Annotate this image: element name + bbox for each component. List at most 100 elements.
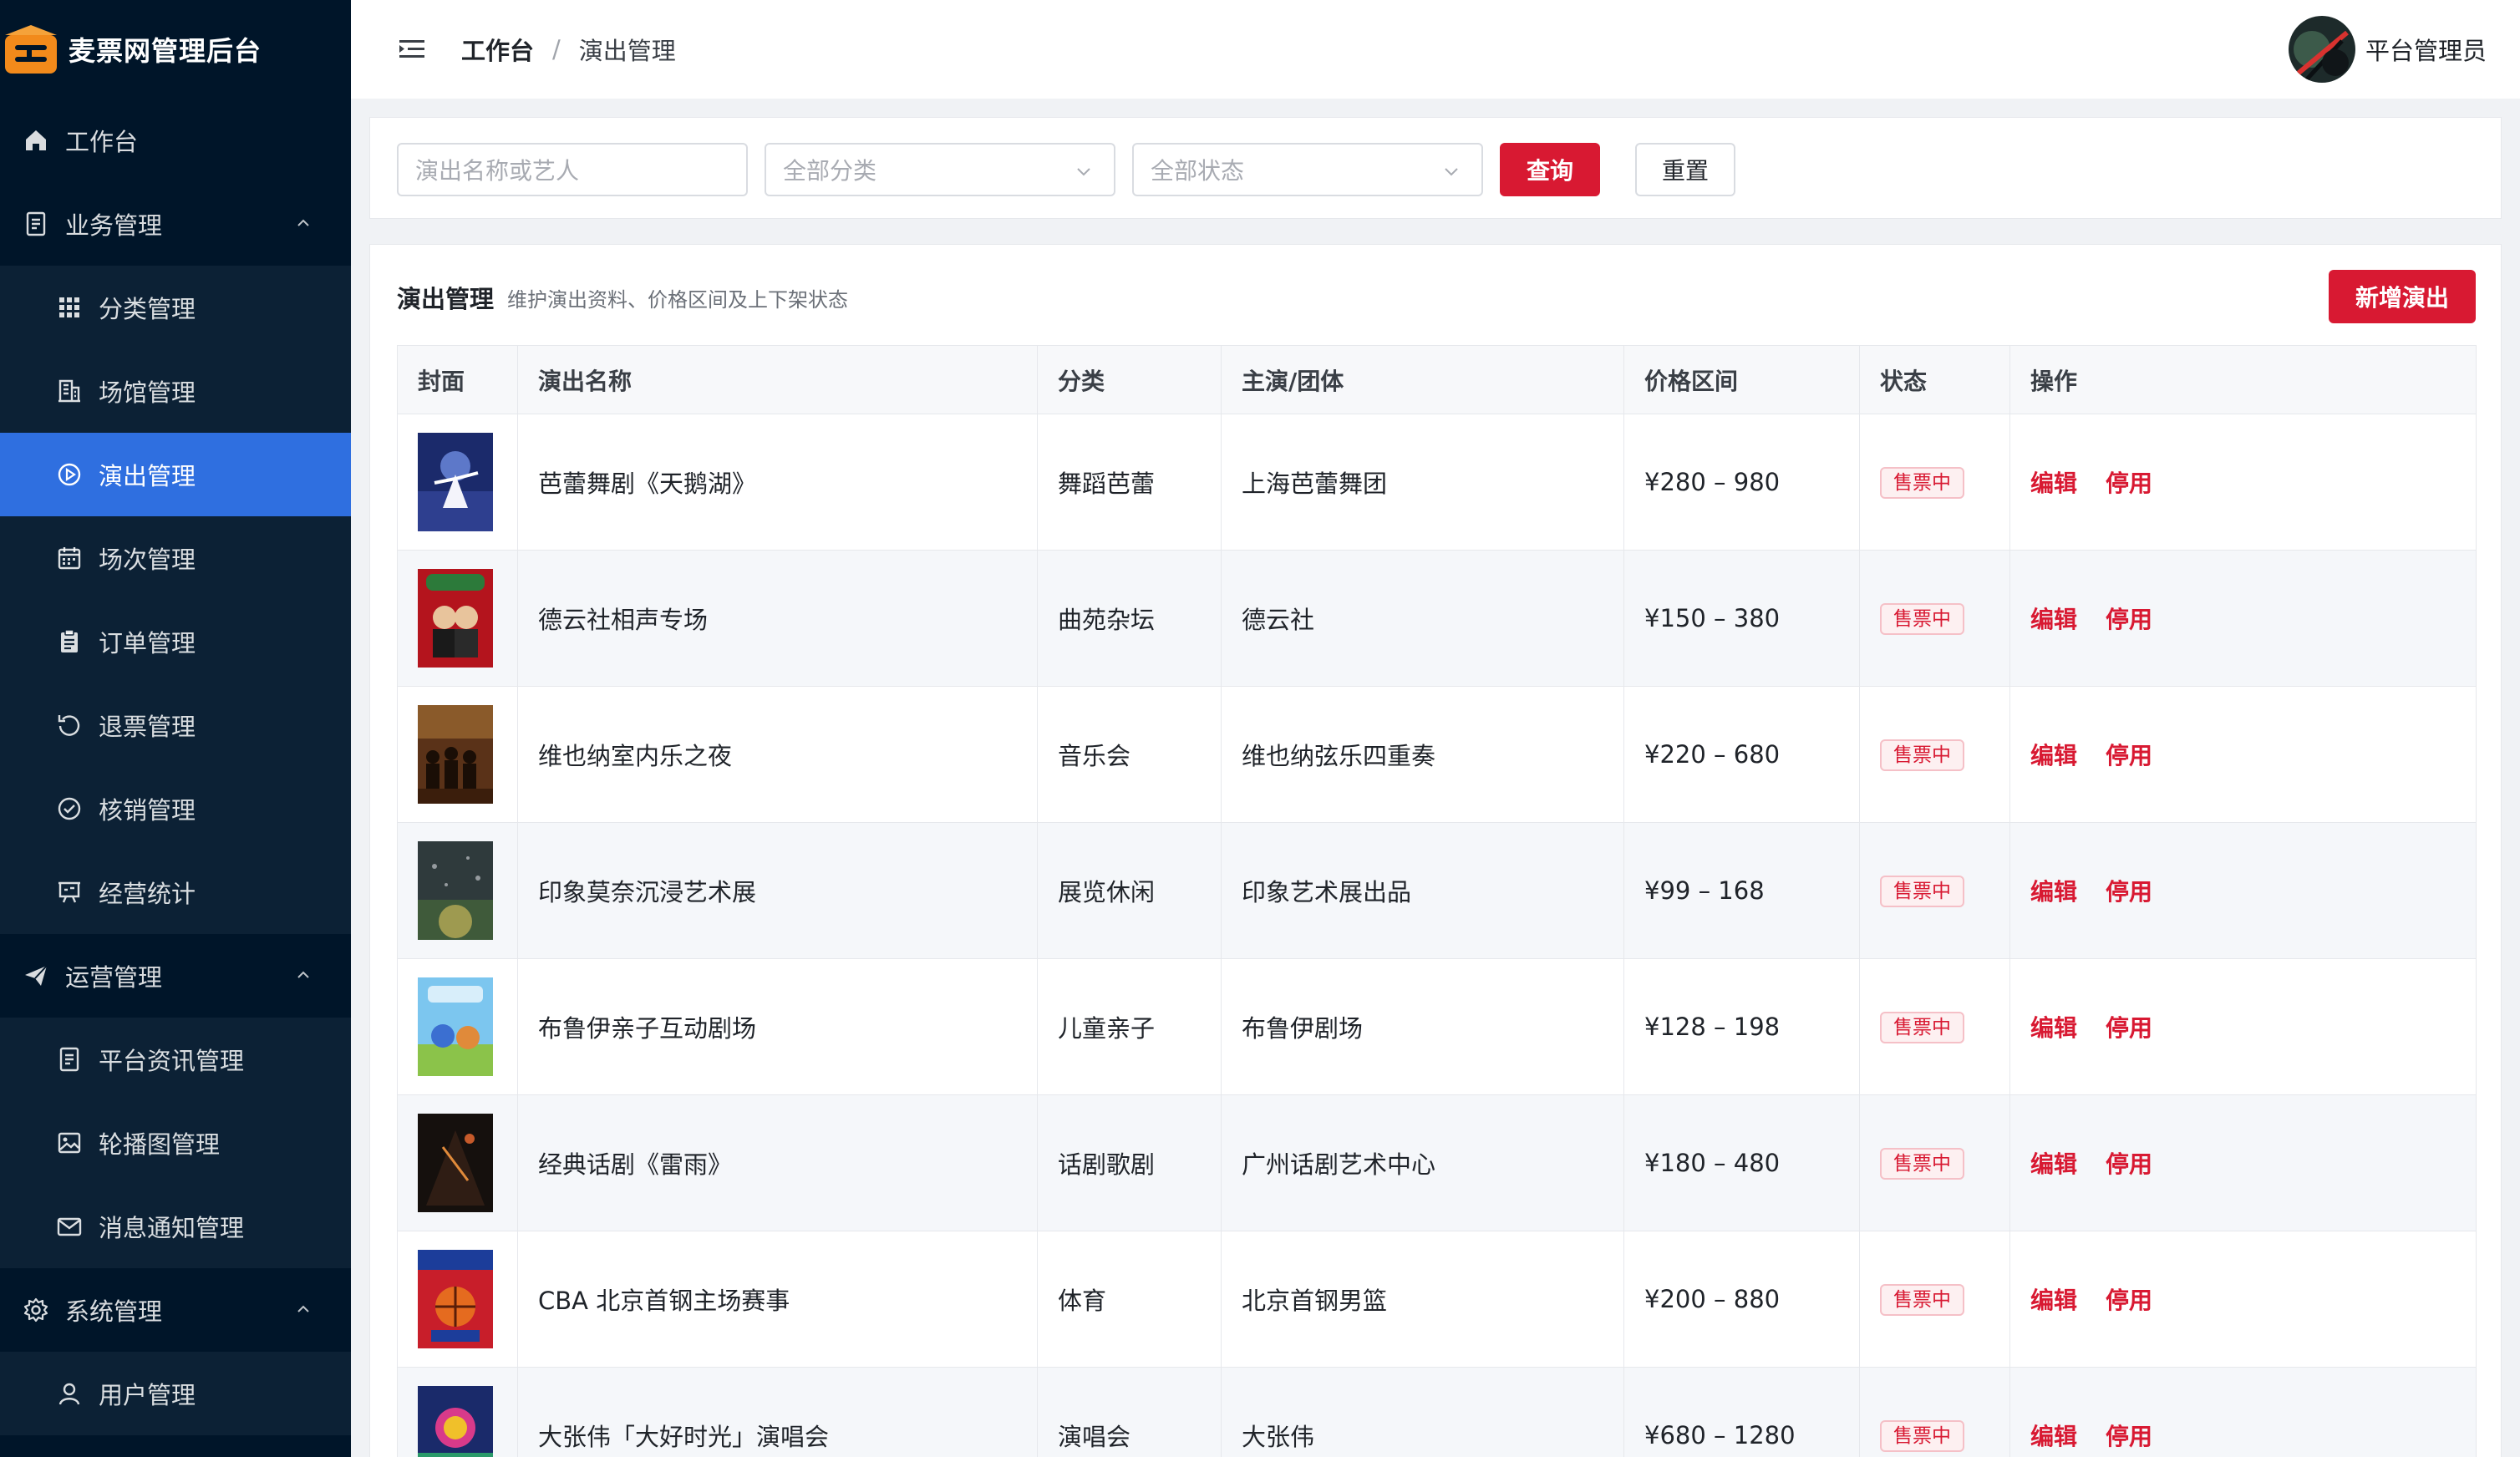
edit-button[interactable]: 编辑 — [2030, 1287, 2077, 1314]
sidebar-item-8[interactable]: 核销管理 — [0, 767, 351, 850]
status-select[interactable]: 全部状态 — [1132, 143, 1483, 196]
cell-status: 售票中 — [1859, 822, 2010, 959]
sidebar-item-10[interactable]: 运营管理 — [0, 934, 351, 1018]
keyword-search-input[interactable]: 演出名称或艺人 — [397, 143, 748, 196]
cell-cover — [397, 958, 518, 1095]
cell-performer: 大张伟 — [1221, 1367, 1624, 1457]
status-badge: 售票中 — [1880, 1147, 1964, 1180]
sidebar-item-14[interactable]: 系统管理 — [0, 1268, 351, 1352]
disable-button[interactable]: 停用 — [2106, 1150, 2152, 1178]
disable-button[interactable]: 停用 — [2106, 1423, 2152, 1450]
cell-performer: 印象艺术展出品 — [1221, 822, 1624, 959]
column-header-status: 状态 — [1859, 345, 2010, 414]
performance-price: ¥99 – 168 — [1644, 876, 1765, 905]
sidebar-item-9[interactable]: 经营统计 — [0, 850, 351, 934]
reset-button[interactable]: 重置 — [1635, 143, 1735, 196]
sidebar-item-label: 轮播图管理 — [99, 1130, 221, 1159]
search-button[interactable]: 查询 — [1500, 143, 1600, 196]
performance-category: 音乐会 — [1058, 742, 1131, 770]
cell-performer: 上海芭蕾舞团 — [1221, 414, 1624, 551]
performance-name: 德云社相声专场 — [538, 606, 709, 634]
user-name[interactable]: 平台管理员 — [2365, 32, 2487, 67]
status-badge: 售票中 — [1880, 602, 1964, 635]
sidebar-item-4[interactable]: 演出管理 — [0, 433, 351, 516]
table-header-row: 封面 演出名称 分类 主演/团体 价格区间 状态 操作 — [397, 345, 2477, 414]
performance-table: 封面 演出名称 分类 主演/团体 价格区间 状态 操作 芭蕾舞剧《天鹅湖》 舞蹈芭… — [397, 345, 2477, 1457]
sidebar-item-15[interactable]: 用户管理 — [0, 1352, 351, 1435]
cell-status: 售票中 — [1859, 1094, 2010, 1231]
performance-category: 演唱会 — [1058, 1423, 1131, 1451]
disable-button[interactable]: 停用 — [2106, 878, 2152, 906]
list-description: 维护演出资料、价格区间及上下架状态 — [507, 288, 848, 312]
document-icon — [55, 1045, 84, 1074]
cell-category: 话剧歌剧 — [1037, 1094, 1222, 1231]
cell-status: 售票中 — [1859, 414, 2010, 551]
performance-performer: 广州话剧艺术中心 — [1242, 1150, 1436, 1179]
sidebar-item-6[interactable]: 订单管理 — [0, 600, 351, 683]
performance-name: 经典话剧《雷雨》 — [538, 1150, 733, 1179]
breadcrumb-separator: / — [552, 35, 561, 63]
sidebar-item-3[interactable]: 场馆管理 — [0, 349, 351, 433]
edit-button[interactable]: 编辑 — [2030, 1150, 2077, 1178]
cell-cover — [397, 1231, 518, 1368]
performance-list-card: 演出管理 维护演出资料、价格区间及上下架状态 新增演出 封面 演出名称 分类 主… — [369, 244, 2502, 1457]
sidebar-item-2[interactable]: 分类管理 — [0, 266, 351, 349]
cover-thumbnail — [418, 433, 493, 531]
cell-cover — [397, 1094, 518, 1231]
performance-name: 芭蕾舞剧《天鹅湖》 — [538, 470, 757, 498]
cell-actions: 编辑 停用 — [2009, 1231, 2477, 1368]
sidebar-item-label: 核销管理 — [99, 796, 196, 825]
app-title: 麦票网管理后台 — [69, 35, 262, 67]
cell-name: 大张伟「大好时光」演唱会 — [517, 1367, 1038, 1457]
edit-button[interactable]: 编辑 — [2030, 742, 2077, 769]
sidebar-item-13[interactable]: 消息通知管理 — [0, 1185, 351, 1268]
sidebar-item-1[interactable]: 业务管理 — [0, 182, 351, 266]
sidebar-item-label: 平台资讯管理 — [99, 1047, 245, 1075]
edit-button[interactable]: 编辑 — [2030, 878, 2077, 906]
category-select-value: 全部分类 — [783, 157, 877, 185]
sidebar-item-12[interactable]: 轮播图管理 — [0, 1101, 351, 1185]
cell-category: 展览休闲 — [1037, 822, 1222, 959]
logo: 麦票网管理后台 — [0, 0, 351, 99]
disable-button[interactable]: 停用 — [2106, 606, 2152, 633]
image-icon — [55, 1129, 84, 1157]
cell-name: CBA 北京首钢主场赛事 — [517, 1231, 1038, 1368]
disable-button[interactable]: 停用 — [2106, 1014, 2152, 1042]
cell-cover — [397, 686, 518, 823]
sidebar-item-label: 消息通知管理 — [99, 1214, 245, 1242]
cell-price: ¥180 – 480 — [1623, 1094, 1860, 1231]
sidebar-item-11[interactable]: 平台资讯管理 — [0, 1018, 351, 1101]
performance-category: 曲苑杂坛 — [1058, 606, 1156, 634]
breadcrumb-home[interactable]: 工作台 — [461, 32, 534, 67]
edit-button[interactable]: 编辑 — [2030, 606, 2077, 633]
disable-button[interactable]: 停用 — [2106, 470, 2152, 497]
cell-price: ¥150 – 380 — [1623, 550, 1860, 687]
chevron-down-icon — [1077, 168, 1090, 176]
performance-performer: 布鲁伊剧场 — [1242, 1014, 1364, 1043]
category-select[interactable]: 全部分类 — [765, 143, 1115, 196]
edit-button[interactable]: 编辑 — [2030, 470, 2077, 497]
clipboard-icon — [55, 627, 84, 656]
sidebar-item-5[interactable]: 场次管理 — [0, 516, 351, 600]
sidebar-item-7[interactable]: 退票管理 — [0, 683, 351, 767]
edit-button[interactable]: 编辑 — [2030, 1423, 2077, 1450]
performance-performer: 北京首钢男篮 — [1242, 1287, 1388, 1315]
status-select-value: 全部状态 — [1151, 157, 1245, 185]
user-menu[interactable]: 平台管理员 — [2288, 16, 2487, 83]
sidebar-item-0[interactable]: 工作台 — [0, 99, 351, 182]
cell-performer: 布鲁伊剧场 — [1221, 958, 1624, 1095]
avatar[interactable] — [2288, 16, 2355, 83]
building-icon — [55, 377, 84, 405]
add-performance-button[interactable]: 新增演出 — [2329, 270, 2476, 323]
edit-button[interactable]: 编辑 — [2030, 1014, 2077, 1042]
cell-performer: 北京首钢男篮 — [1221, 1231, 1624, 1368]
menu-fold-icon[interactable] — [398, 35, 426, 63]
disable-button[interactable]: 停用 — [2106, 742, 2152, 769]
performance-name: CBA 北京首钢主场赛事 — [538, 1287, 790, 1315]
sidebar-item-label: 分类管理 — [99, 295, 196, 323]
sidebar-item-label: 系统管理 — [65, 1297, 163, 1326]
disable-button[interactable]: 停用 — [2106, 1287, 2152, 1314]
cell-actions: 编辑 停用 — [2009, 1367, 2477, 1457]
cell-category: 儿童亲子 — [1037, 958, 1222, 1095]
table-row: 维也纳室内乐之夜 音乐会 维也纳弦乐四重奏 ¥220 – 680 售票中 编辑 停用 — [397, 686, 2477, 823]
